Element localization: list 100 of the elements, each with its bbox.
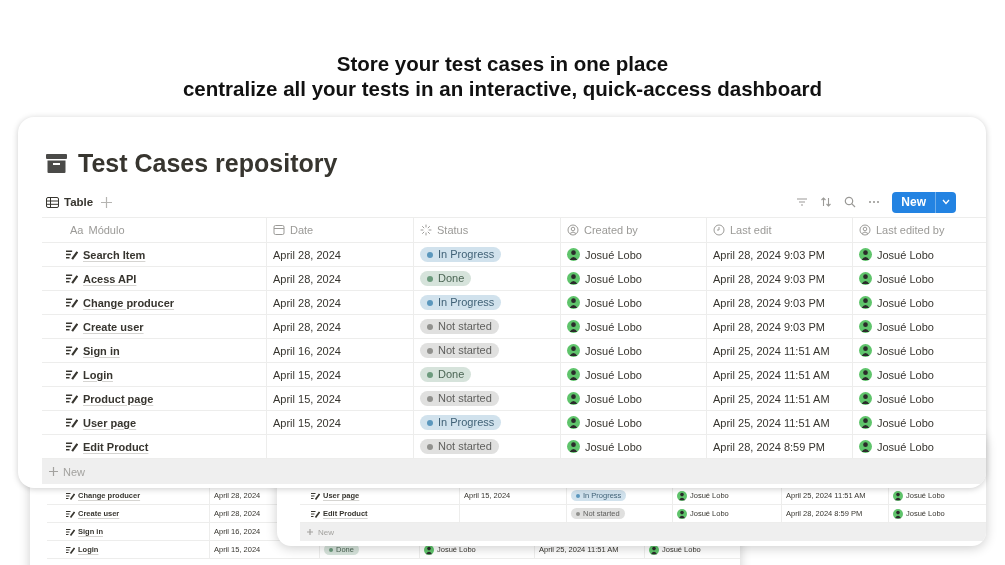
page-title-link[interactable]: Create user bbox=[83, 320, 144, 333]
loading-icon bbox=[420, 224, 432, 236]
person-name: Josué Lobo bbox=[877, 344, 934, 357]
person-name: Josué Lobo bbox=[877, 272, 934, 285]
date-cell: April 15, 2024 bbox=[267, 411, 414, 434]
avatar-icon bbox=[859, 344, 872, 357]
person-icon bbox=[859, 224, 871, 236]
avatar-icon bbox=[893, 490, 903, 501]
avatar-icon bbox=[893, 508, 903, 519]
status-tag: Done bbox=[420, 270, 472, 287]
person-name: Josué Lobo bbox=[585, 392, 642, 405]
person-name: Josué Lobo bbox=[585, 296, 642, 309]
timestamp-cell: April 28, 2024 9:03 PM bbox=[707, 267, 853, 290]
page-edit-icon bbox=[65, 526, 75, 537]
avatar-icon bbox=[567, 440, 580, 453]
timestamp-cell: April 28, 2024 8:59 PM bbox=[707, 435, 853, 458]
person-name: Josué Lobo bbox=[877, 440, 934, 453]
avatar-icon bbox=[859, 272, 872, 285]
archive-box-icon bbox=[46, 154, 67, 173]
avatar-icon bbox=[859, 296, 872, 309]
chevron-down-icon[interactable] bbox=[942, 199, 950, 205]
timestamp-cell: April 28, 2024 9:03 PM bbox=[707, 243, 853, 266]
date-cell: April 28, 2024 bbox=[267, 291, 414, 314]
date-cell: April 15, 2024 bbox=[267, 363, 414, 386]
timestamp-cell: April 25, 2024 11:51 AM bbox=[707, 363, 853, 386]
avatar-icon bbox=[859, 416, 872, 429]
avatar-icon bbox=[677, 490, 687, 501]
add-view-icon[interactable] bbox=[101, 196, 113, 208]
person-icon bbox=[567, 224, 579, 236]
person-name: Josué Lobo bbox=[585, 248, 642, 261]
page-title-link[interactable]: Product page bbox=[83, 392, 154, 405]
avatar-icon bbox=[567, 416, 580, 429]
plus-icon bbox=[306, 528, 314, 536]
clock-icon bbox=[713, 224, 725, 236]
date-cell: April 15, 2024 bbox=[267, 387, 414, 410]
avatar-icon bbox=[677, 508, 687, 519]
page-edit-icon bbox=[65, 296, 78, 309]
avatar-icon bbox=[859, 392, 872, 405]
status-tag: In Progress bbox=[420, 294, 502, 311]
page-edit-icon bbox=[65, 490, 75, 501]
page-edit-icon bbox=[310, 490, 320, 501]
avatar-icon bbox=[859, 248, 872, 261]
page-edit-icon bbox=[65, 320, 78, 333]
headline-text: centralize all your tests in an interactive, quick-access dashboard bbox=[182, 76, 823, 101]
timestamp-cell: April 28, 2024 9:03 PM bbox=[707, 291, 853, 314]
avatar-icon bbox=[567, 272, 580, 285]
avatar-icon bbox=[649, 544, 659, 555]
date-cell: April 28, 2024 bbox=[267, 315, 414, 338]
timestamp-cell: April 25, 2024 11:51 AM bbox=[707, 411, 853, 434]
filter-icon[interactable] bbox=[796, 196, 809, 208]
page-title-link[interactable]: Change producer bbox=[83, 296, 175, 309]
calendar-icon bbox=[273, 224, 285, 236]
person-name: Josué Lobo bbox=[877, 416, 934, 429]
status-tag: Not started bbox=[420, 438, 499, 455]
page-title: Test Cases repository bbox=[78, 149, 338, 178]
headline-text: Store your test cases in one place bbox=[336, 51, 669, 76]
avatar-icon bbox=[424, 544, 434, 555]
timestamp-cell: April 25, 2024 11:51 AM bbox=[707, 387, 853, 410]
person-name: Josué Lobo bbox=[585, 416, 642, 429]
avatar-icon bbox=[567, 344, 580, 357]
page-edit-icon bbox=[310, 508, 320, 519]
page-edit-icon bbox=[65, 248, 78, 261]
avatar-icon bbox=[567, 392, 580, 405]
person-name: Josué Lobo bbox=[585, 368, 642, 381]
avatar-icon bbox=[567, 320, 580, 333]
page-title-link[interactable]: Edit Product bbox=[83, 440, 149, 453]
avatar-icon bbox=[859, 320, 872, 333]
avatar-icon bbox=[567, 248, 580, 261]
avatar-icon bbox=[859, 368, 872, 381]
timestamp-cell: April 28, 2024 9:03 PM bbox=[707, 315, 853, 338]
person-name: Josué Lobo bbox=[585, 272, 642, 285]
timestamp-cell: April 25, 2024 11:51 AM bbox=[707, 339, 853, 362]
page-title-link[interactable]: Search Item bbox=[83, 248, 146, 261]
plus-icon bbox=[48, 466, 59, 477]
status-tag: In Progress bbox=[420, 246, 502, 263]
status-tag: In Progress bbox=[420, 414, 502, 431]
person-name: Josué Lobo bbox=[585, 440, 642, 453]
date-cell: April 16, 2024 bbox=[267, 339, 414, 362]
table-view-tab[interactable]: Table bbox=[42, 196, 94, 208]
page-edit-icon bbox=[65, 344, 78, 357]
text-type-icon: Aa bbox=[70, 224, 84, 236]
avatar-icon bbox=[567, 368, 580, 381]
page-title-link[interactable]: Sign in bbox=[83, 344, 120, 357]
person-name: Josué Lobo bbox=[877, 320, 934, 333]
page-edit-icon bbox=[65, 368, 78, 381]
search-icon[interactable] bbox=[844, 196, 857, 208]
status-tag: Done bbox=[420, 366, 472, 383]
page-edit-icon bbox=[65, 508, 75, 519]
page-edit-icon bbox=[65, 440, 78, 453]
status-tag: Not started bbox=[420, 342, 499, 359]
person-name: Josué Lobo bbox=[585, 344, 642, 357]
sort-icon[interactable] bbox=[820, 196, 833, 208]
page-title-link[interactable]: Acess API bbox=[83, 272, 137, 285]
person-name: Josué Lobo bbox=[877, 368, 934, 381]
person-name: Josué Lobo bbox=[585, 320, 642, 333]
page-title-link[interactable]: User page bbox=[83, 416, 137, 429]
page-title-link[interactable]: Login bbox=[83, 368, 113, 381]
page-edit-icon bbox=[65, 544, 75, 555]
person-name: Josué Lobo bbox=[877, 296, 934, 309]
avatar-icon bbox=[567, 296, 580, 309]
